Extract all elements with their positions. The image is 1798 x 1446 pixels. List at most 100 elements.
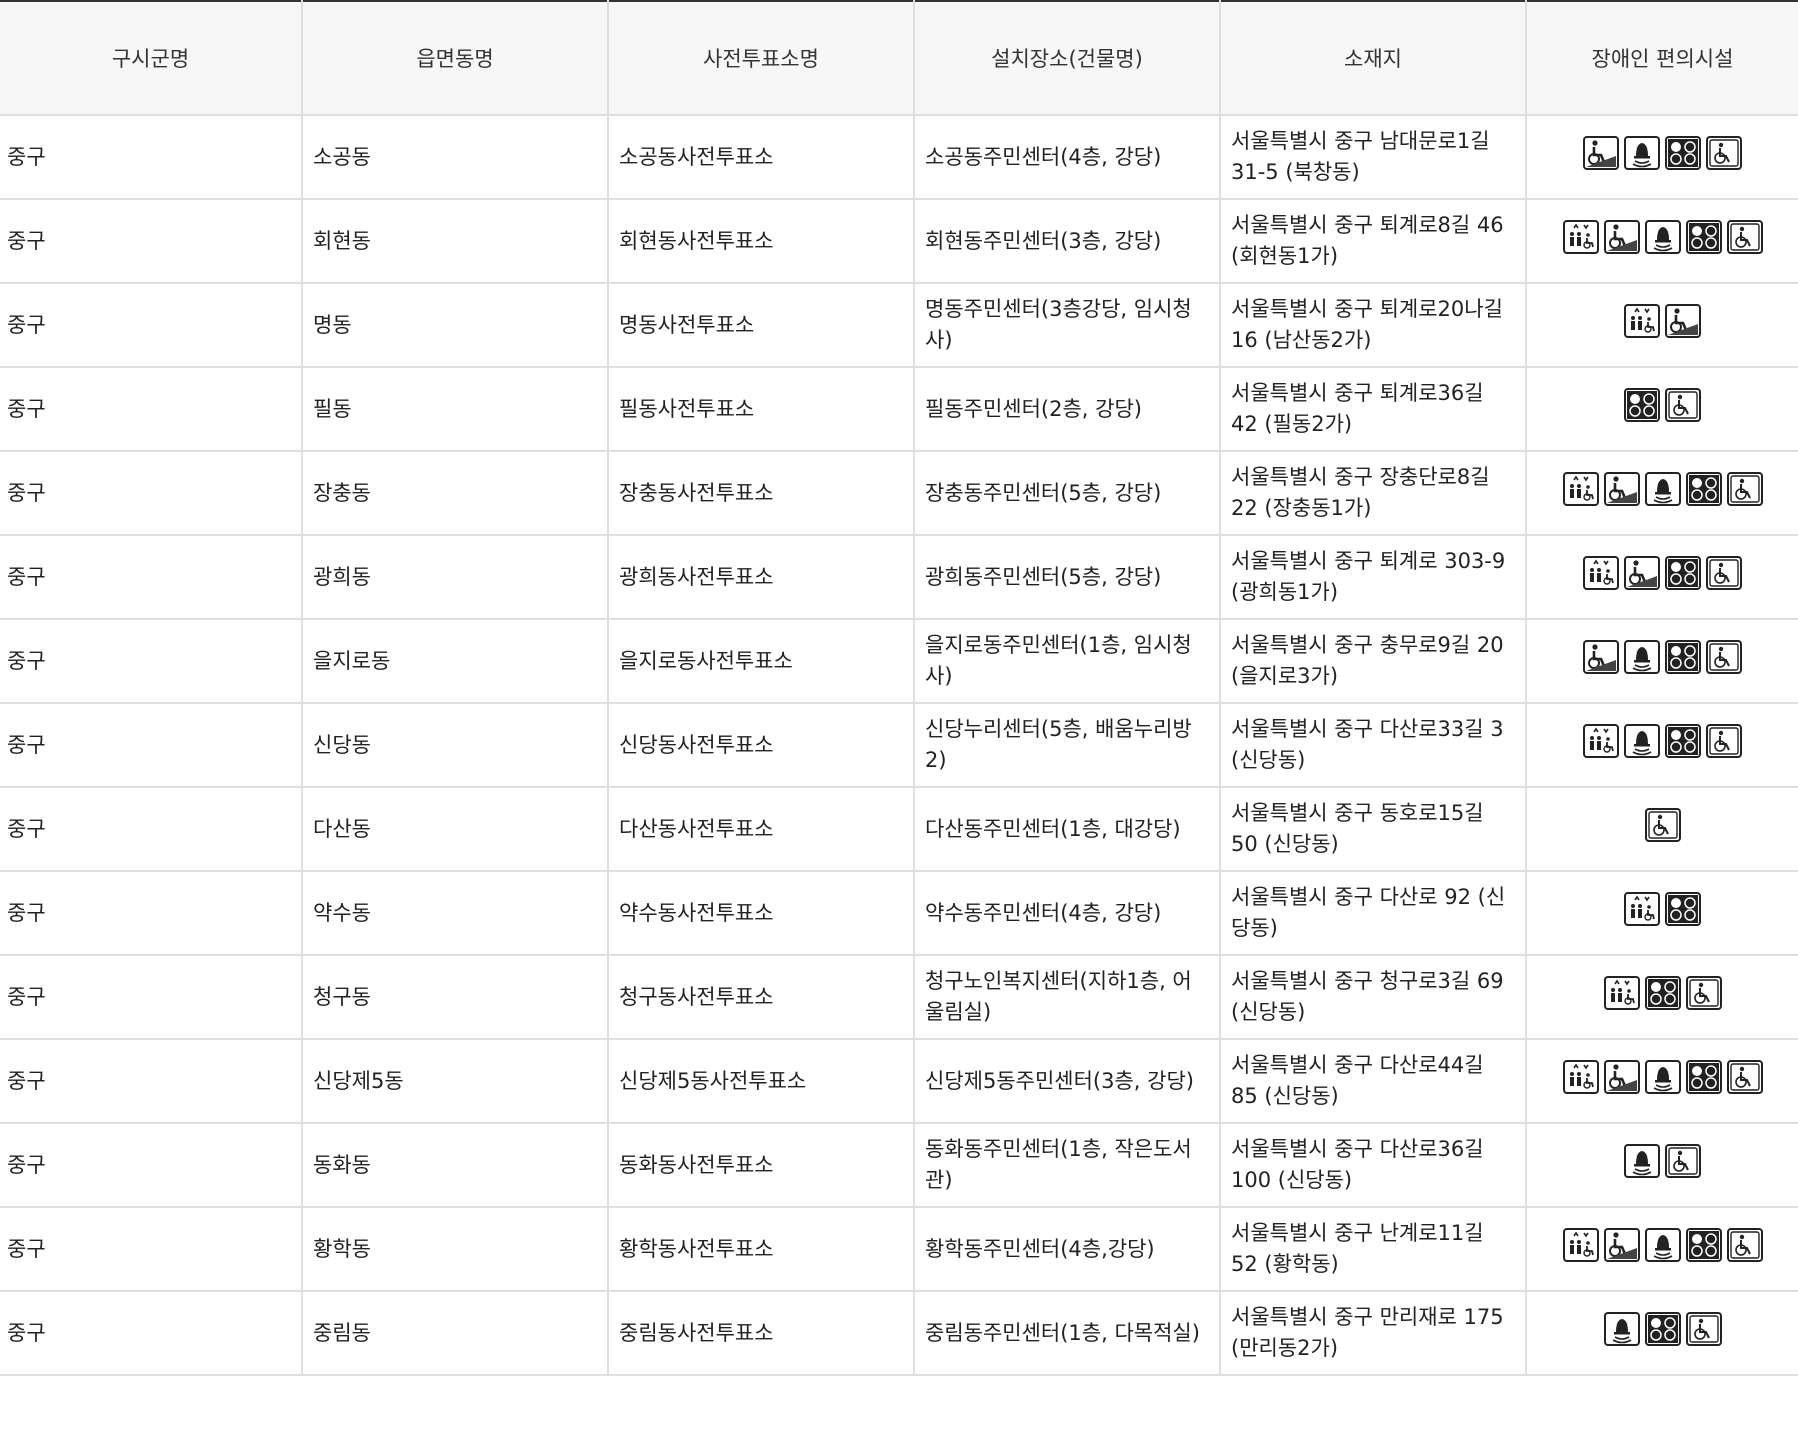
bell-icon bbox=[1603, 1311, 1640, 1346]
cell-address: 서울특별시 중구 청구로3길 69 (신당동) bbox=[1219, 955, 1526, 1040]
braille-icon bbox=[1685, 471, 1722, 506]
wheelchair-icon bbox=[1706, 723, 1742, 758]
braille-icon bbox=[1685, 219, 1722, 254]
wheelchair-icon bbox=[1665, 387, 1701, 422]
header-dong: 읍면동명 bbox=[301, 1, 608, 116]
table-row: 중구 황학동 황학동사전투표소 황학동주민센터(4층,강당) 서울특별시 중구 난계로1… bbox=[0, 1207, 1798, 1292]
cell-facilities bbox=[1525, 1291, 1798, 1376]
facility-icon-group bbox=[1603, 975, 1722, 1010]
cell-facilities bbox=[1525, 703, 1798, 788]
cell-address: 서울특별시 중구 동호로15길 50 (신당동) bbox=[1219, 787, 1526, 872]
cell-station-name: 광희동사전투표소 bbox=[607, 535, 914, 620]
cell-dong: 을지로동 bbox=[301, 619, 608, 704]
cell-address: 서울특별시 중구 퇴계로36길 42 (필동2가) bbox=[1219, 367, 1526, 452]
facility-icon-group bbox=[1624, 891, 1701, 926]
wheelchair-icon bbox=[1726, 1227, 1763, 1262]
elevator-icon bbox=[1603, 975, 1640, 1010]
cell-station-name: 청구동사전투표소 bbox=[607, 955, 914, 1040]
cell-dong: 소공동 bbox=[301, 115, 608, 200]
table-row: 중구 장충동 장충동사전투표소 장충동주민센터(5층, 강당) 서울특별시 중구 장충단… bbox=[0, 451, 1798, 536]
braille-icon bbox=[1665, 555, 1701, 590]
cell-place: 다산동주민센터(1층, 대강당) bbox=[913, 787, 1220, 872]
table-row: 중구 을지로동 을지로동사전투표소 을지로동주민센터(1층, 임시청사) 서울특별시 중… bbox=[0, 619, 1798, 704]
elevator-icon bbox=[1562, 1059, 1599, 1094]
wheelchair-icon bbox=[1706, 135, 1742, 170]
elevator-icon bbox=[1624, 303, 1660, 338]
cell-address: 서울특별시 중구 다산로44길 85 (신당동) bbox=[1219, 1039, 1526, 1124]
elevator-icon bbox=[1583, 723, 1619, 758]
elevator-icon bbox=[1562, 1227, 1599, 1262]
polling-station-table: 구시군명 읍면동명 사전투표소명 설치장소(건물명) 소재지 장애인 편의시설 … bbox=[0, 0, 1798, 1376]
cell-sigungu: 중구 bbox=[0, 1291, 302, 1376]
braille-icon bbox=[1644, 1311, 1681, 1346]
cell-sigungu: 중구 bbox=[0, 871, 302, 956]
cell-address: 서울특별시 중구 퇴계로8길 46 (회현동1가) bbox=[1219, 199, 1526, 284]
ramp-icon bbox=[1583, 135, 1619, 170]
table-row: 중구 명동 명동사전투표소 명동주민센터(3층강당, 임시청사) 서울특별시 중구 퇴계… bbox=[0, 283, 1798, 368]
bell-icon bbox=[1644, 1059, 1681, 1094]
cell-facilities bbox=[1525, 367, 1798, 452]
bell-icon bbox=[1644, 471, 1681, 506]
cell-place: 장충동주민센터(5층, 강당) bbox=[913, 451, 1220, 536]
cell-station-name: 을지로동사전투표소 bbox=[607, 619, 914, 704]
cell-facilities bbox=[1525, 115, 1798, 200]
cell-dong: 신당동 bbox=[301, 703, 608, 788]
table-row: 중구 청구동 청구동사전투표소 청구노인복지센터(지하1층, 어울림실) 서울특별시 중… bbox=[0, 955, 1798, 1040]
cell-address: 서울특별시 중구 충무로9길 20 (을지로3가) bbox=[1219, 619, 1526, 704]
cell-dong: 동화동 bbox=[301, 1123, 608, 1208]
elevator-icon bbox=[1562, 219, 1599, 254]
cell-station-name: 다산동사전투표소 bbox=[607, 787, 914, 872]
cell-dong: 청구동 bbox=[301, 955, 608, 1040]
facility-icon-group bbox=[1624, 387, 1701, 422]
table-row: 중구 광희동 광희동사전투표소 광희동주민센터(5층, 강당) 서울특별시 중구 퇴계로… bbox=[0, 535, 1798, 620]
cell-sigungu: 중구 bbox=[0, 283, 302, 368]
cell-address: 서울특별시 중구 다산로 92 (신당동) bbox=[1219, 871, 1526, 956]
cell-station-name: 약수동사전투표소 bbox=[607, 871, 914, 956]
bell-icon bbox=[1624, 135, 1660, 170]
ramp-icon bbox=[1603, 1227, 1640, 1262]
table-row: 중구 다산동 다산동사전투표소 다산동주민센터(1층, 대강당) 서울특별시 중구 동호… bbox=[0, 787, 1798, 872]
cell-place: 동화동주민센터(1층, 작은도서관) bbox=[913, 1123, 1220, 1208]
cell-address: 서울특별시 중구 다산로33길 3 (신당동) bbox=[1219, 703, 1526, 788]
cell-sigungu: 중구 bbox=[0, 367, 302, 452]
wheelchair-icon bbox=[1726, 1059, 1763, 1094]
braille-icon bbox=[1685, 1227, 1722, 1262]
cell-sigungu: 중구 bbox=[0, 199, 302, 284]
cell-sigungu: 중구 bbox=[0, 451, 302, 536]
cell-place: 광희동주민센터(5층, 강당) bbox=[913, 535, 1220, 620]
wheelchair-icon bbox=[1685, 975, 1722, 1010]
cell-place: 약수동주민센터(4층, 강당) bbox=[913, 871, 1220, 956]
bell-icon bbox=[1644, 219, 1681, 254]
ramp-icon bbox=[1603, 471, 1640, 506]
cell-address: 서울특별시 중구 퇴계로 303-9 (광희동1가) bbox=[1219, 535, 1526, 620]
cell-address: 서울특별시 중구 난계로11길 52 (황학동) bbox=[1219, 1207, 1526, 1292]
facility-icon-group bbox=[1562, 219, 1763, 254]
cell-facilities bbox=[1525, 955, 1798, 1040]
braille-icon bbox=[1624, 387, 1660, 422]
header-station-name: 사전투표소명 bbox=[607, 1, 914, 116]
wheelchair-icon bbox=[1706, 555, 1742, 590]
cell-sigungu: 중구 bbox=[0, 1039, 302, 1124]
cell-place: 신당누리센터(5층, 배움누리방2) bbox=[913, 703, 1220, 788]
cell-dong: 광희동 bbox=[301, 535, 608, 620]
cell-station-name: 신당제5동사전투표소 bbox=[607, 1039, 914, 1124]
cell-dong: 신당제5동 bbox=[301, 1039, 608, 1124]
ramp-icon bbox=[1624, 555, 1660, 590]
facility-icon-group bbox=[1562, 1227, 1763, 1262]
cell-dong: 명동 bbox=[301, 283, 608, 368]
cell-place: 황학동주민센터(4층,강당) bbox=[913, 1207, 1220, 1292]
braille-icon bbox=[1665, 723, 1701, 758]
cell-place: 명동주민센터(3층강당, 임시청사) bbox=[913, 283, 1220, 368]
cell-dong: 장충동 bbox=[301, 451, 608, 536]
facility-icon-group bbox=[1583, 723, 1742, 758]
cell-place: 청구노인복지센터(지하1층, 어울림실) bbox=[913, 955, 1220, 1040]
header-address: 소재지 bbox=[1219, 1, 1526, 116]
braille-icon bbox=[1665, 639, 1701, 674]
ramp-icon bbox=[1665, 303, 1701, 338]
cell-station-name: 동화동사전투표소 bbox=[607, 1123, 914, 1208]
cell-facilities bbox=[1525, 871, 1798, 956]
braille-icon bbox=[1685, 1059, 1722, 1094]
table-row: 중구 중림동 중림동사전투표소 중림동주민센터(1층, 다목적실) 서울특별시 중구 만… bbox=[0, 1291, 1798, 1376]
table-row: 중구 회현동 회현동사전투표소 회현동주민센터(3층, 강당) 서울특별시 중구 퇴계로… bbox=[0, 199, 1798, 284]
wheelchair-icon bbox=[1726, 471, 1763, 506]
